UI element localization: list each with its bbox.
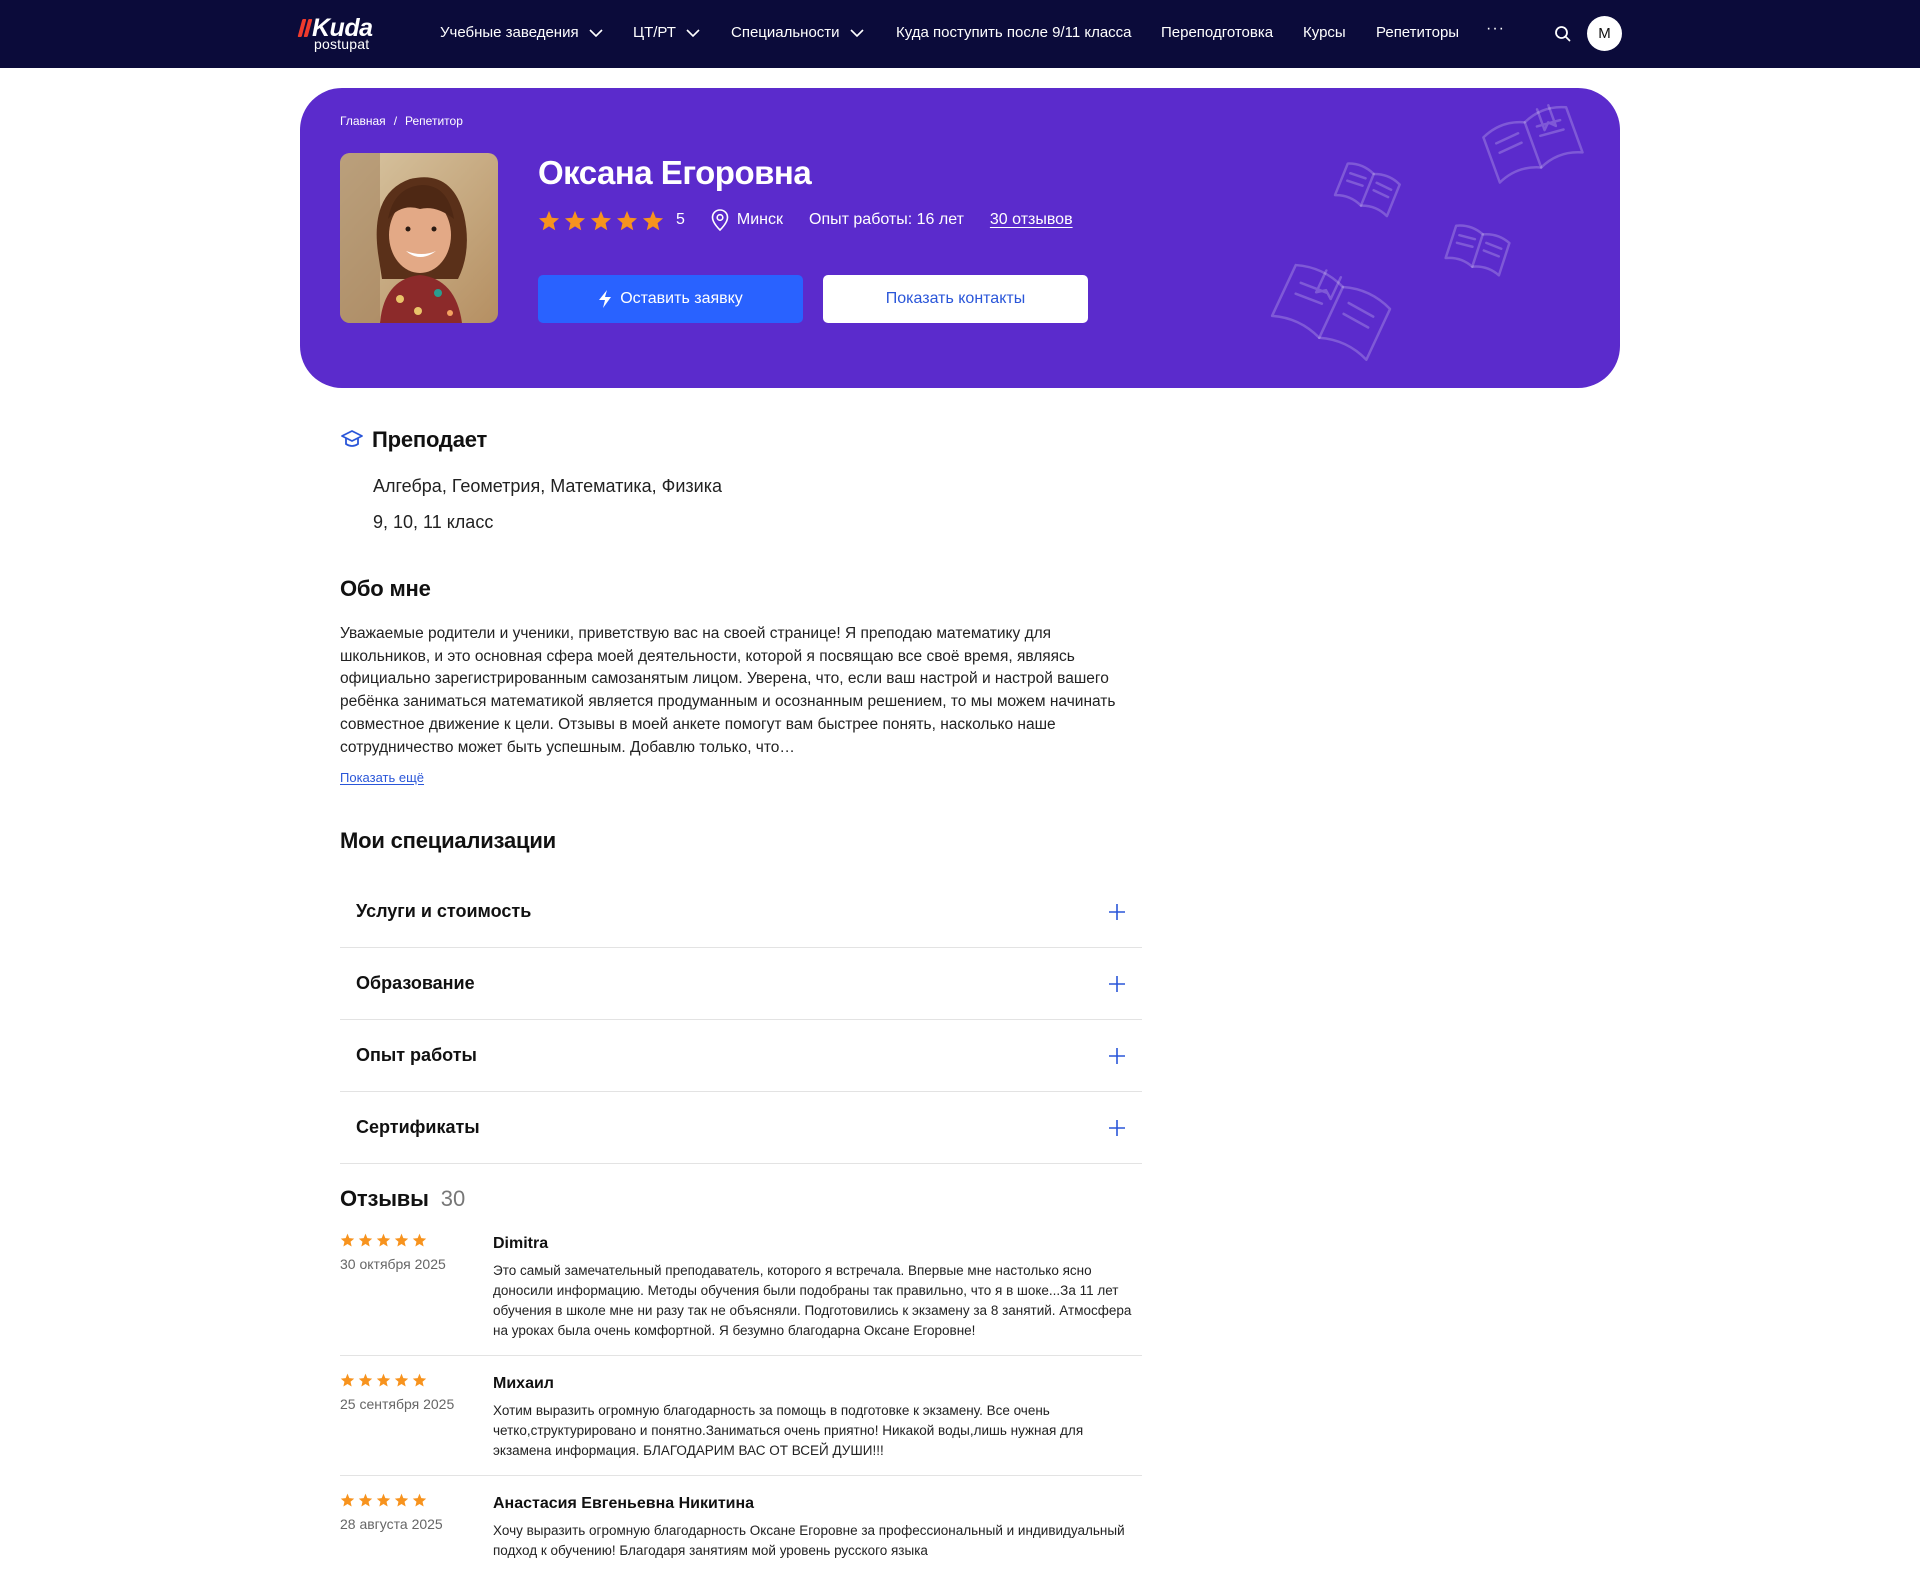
star-icon — [376, 1373, 391, 1387]
breadcrumb-current: Репетитор — [405, 114, 463, 128]
star-icon — [340, 1233, 355, 1247]
chevron-down-icon — [589, 28, 603, 37]
star-icon — [412, 1493, 427, 1507]
chevron-down-icon — [849, 28, 864, 37]
plus-icon — [1109, 1047, 1125, 1064]
review-author: Михаил — [493, 1375, 554, 1392]
location-pin-icon — [711, 209, 729, 231]
nav-item-specialties[interactable]: Специальности — [731, 24, 864, 41]
user-avatar[interactable]: M — [1587, 16, 1622, 51]
teaches-title: Преподает — [372, 427, 488, 452]
review-stars — [340, 1373, 493, 1387]
show-contacts-button[interactable]: Показать контакты — [823, 275, 1088, 323]
specializations-accordion: Услуги и стоимость Образование Опыт рабо… — [340, 876, 1142, 1164]
more-menu-button[interactable]: ··· — [1486, 20, 1505, 38]
review-stars — [340, 1233, 493, 1247]
about-title: Обо мне — [340, 576, 431, 601]
tutor-city: Минск — [711, 209, 783, 231]
star-icon — [394, 1493, 409, 1507]
tutor-stats: 5 Минск Опыт работы: 16 лет 30 отзывов — [538, 209, 1073, 231]
review-text: Хочу выразить огромную благодарность Окс… — [493, 1523, 1125, 1558]
book-pattern-icon — [1270, 104, 1584, 362]
review-date: 28 августа 2025 — [340, 1516, 443, 1532]
accordion-services-pricing[interactable]: Услуги и стоимость — [340, 876, 1142, 948]
plus-icon — [1109, 903, 1125, 920]
site-logo[interactable]: Kuda postupat — [297, 14, 378, 52]
star-icon — [564, 210, 586, 230]
review-author: Анастасия Евгеньевна Никитина — [493, 1495, 755, 1512]
star-icon — [590, 210, 612, 230]
breadcrumb: Главная / Репетитор — [340, 114, 463, 128]
breadcrumb-home-link[interactable]: Главная — [340, 114, 386, 128]
reviews-list: 30 октября 2025 Dimitra Это самый замеча… — [340, 1232, 1142, 1591]
review-item: 28 августа 2025 Анастасия Евгеньевна Ник… — [340, 1492, 1142, 1575]
star-icon — [376, 1493, 391, 1507]
nav-item-courses[interactable]: Курсы — [1303, 24, 1346, 41]
teaches-subjects: Алгебра, Геометрия, Математика, Физика — [373, 476, 722, 496]
rating-stars — [538, 210, 664, 231]
specializations-title: Мои специализации — [340, 828, 556, 853]
reviews-link[interactable]: 30 отзывов — [990, 211, 1073, 229]
accordion-certificates[interactable]: Сертификаты — [340, 1092, 1142, 1164]
star-icon — [358, 1493, 373, 1507]
star-icon — [412, 1373, 427, 1387]
logo-mark-icon — [297, 19, 313, 37]
accordion-label: Услуги и стоимость — [356, 901, 532, 921]
tutor-hero-card: Главная / Репетитор Оксана Егоровна 5 Ми… — [300, 88, 1620, 388]
plus-icon — [1109, 1119, 1125, 1136]
review-item: 30 октября 2025 Dimitra Это самый замеча… — [340, 1232, 1142, 1356]
show-more-link[interactable]: Показать ещё — [340, 770, 424, 785]
accordion-education[interactable]: Образование — [340, 948, 1142, 1020]
review-date: 30 октября 2025 — [340, 1256, 446, 1272]
star-icon — [376, 1233, 391, 1247]
nav-item-ct-rt[interactable]: ЦТ/РТ — [633, 24, 700, 41]
plus-icon — [1109, 975, 1125, 992]
teaches-grades: 9, 10, 11 класс — [373, 512, 494, 532]
star-icon — [340, 1373, 355, 1387]
breadcrumb-separator: / — [393, 114, 398, 128]
experience-label: Опыт работы: 16 лет — [809, 211, 964, 228]
reviews-section-header: Отзывы 30 — [340, 1186, 465, 1212]
review-text: Хотим выразить огромную благодарность за… — [493, 1403, 1084, 1458]
star-icon — [394, 1373, 409, 1387]
logo-subtitle: postupat — [314, 36, 370, 52]
review-stars — [340, 1493, 493, 1507]
graduation-cap-icon — [341, 430, 363, 447]
star-icon — [340, 1493, 355, 1507]
search-icon[interactable] — [1554, 25, 1572, 43]
star-icon — [538, 210, 560, 230]
star-icon — [642, 210, 664, 230]
nav-item-retraining[interactable]: Переподготовка — [1161, 24, 1273, 41]
star-icon — [358, 1233, 373, 1247]
reviews-count: 30 — [440, 1186, 466, 1211]
review-author: Dimitra — [493, 1235, 549, 1252]
accordion-label: Образование — [356, 973, 475, 993]
top-navbar: Kuda postupat Учебные заведения ЦТ/РТ Сп… — [0, 0, 1920, 68]
star-icon — [394, 1233, 409, 1247]
review-item: 25 сентября 2025 Михаил Хотим выразить о… — [340, 1372, 1142, 1476]
city-label: Минск — [736, 211, 784, 228]
nav-item-tutors[interactable]: Репетиторы — [1376, 24, 1459, 41]
reviews-title: Отзывы — [340, 1186, 429, 1211]
lightning-icon — [599, 290, 612, 308]
star-icon — [412, 1233, 427, 1247]
accordion-label: Опыт работы — [356, 1045, 477, 1065]
review-text: Это самый замечательный преподаватель, к… — [493, 1263, 1132, 1338]
tutor-name: Оксана Егоровна — [538, 154, 812, 191]
teaches-section-header: Преподает — [340, 427, 487, 453]
about-text: Уважаемые родители и ученики, приветству… — [340, 625, 1116, 756]
star-icon — [358, 1373, 373, 1387]
star-icon — [616, 210, 638, 230]
rating-value: 5 — [676, 211, 685, 228]
nav-item-where-to-apply[interactable]: Куда поступить после 9/11 класса — [896, 24, 1132, 41]
review-date: 25 сентября 2025 — [340, 1396, 455, 1412]
leave-request-button[interactable]: Оставить заявку — [538, 275, 803, 323]
chevron-down-icon — [686, 28, 700, 37]
accordion-label: Сертификаты — [356, 1117, 480, 1137]
accordion-work-experience[interactable]: Опыт работы — [340, 1020, 1142, 1092]
nav-item-institutions[interactable]: Учебные заведения — [440, 24, 603, 41]
tutor-photo — [340, 153, 498, 323]
